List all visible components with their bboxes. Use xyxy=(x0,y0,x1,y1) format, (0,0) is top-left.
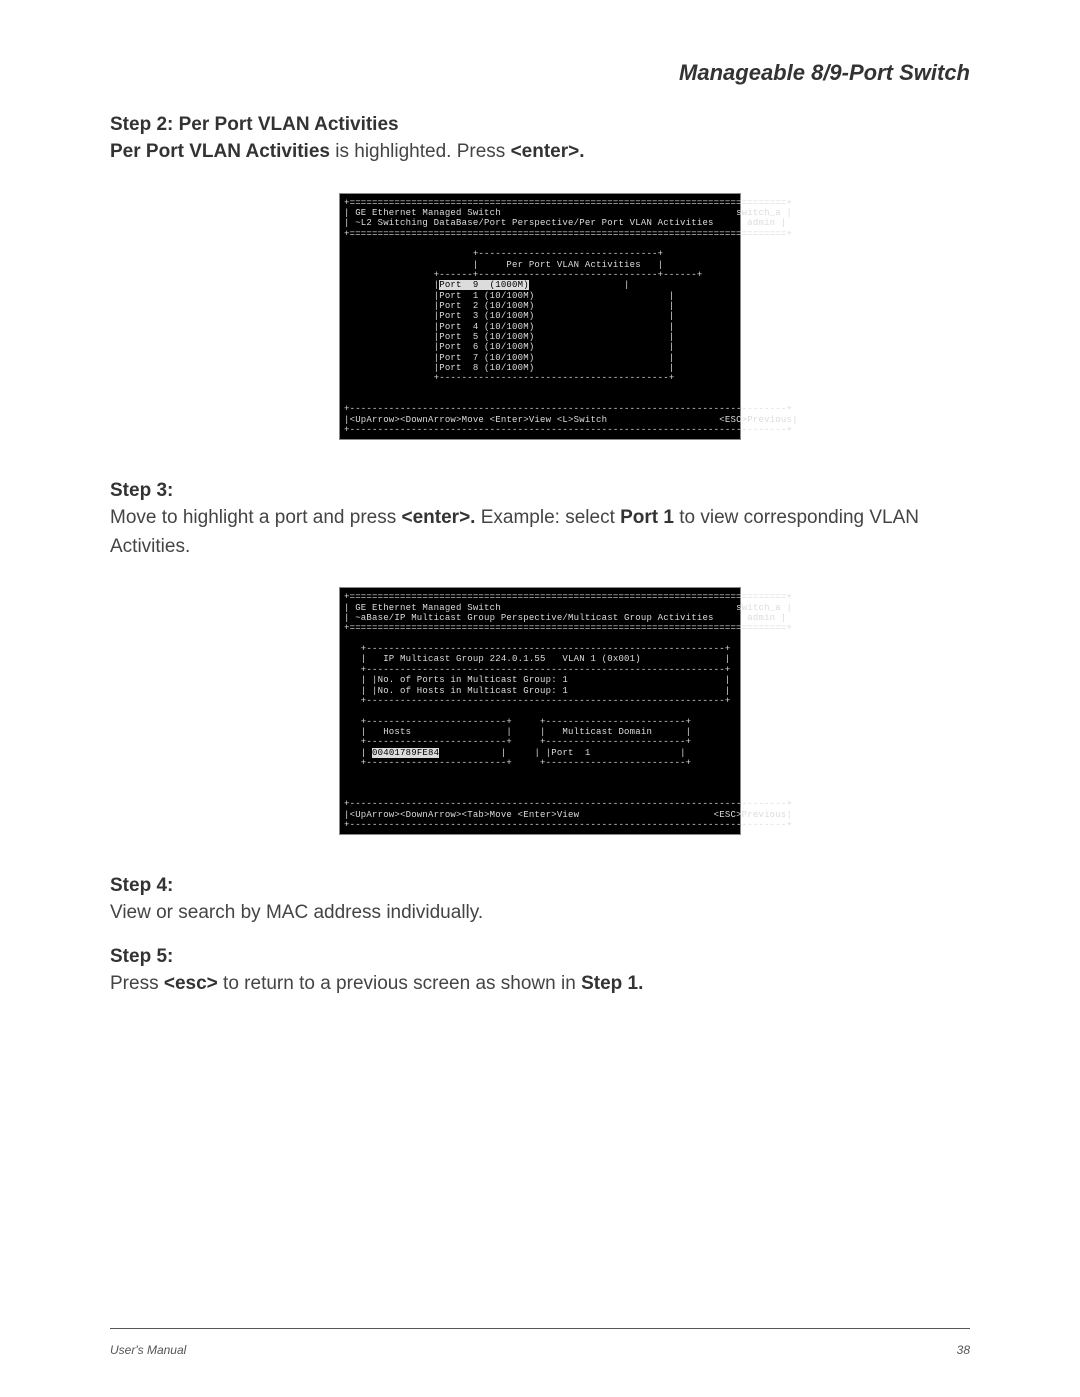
footer-rule xyxy=(110,1328,970,1329)
t1-row: |Port 2 (10/100M) | xyxy=(344,301,674,311)
page-footer: User's Manual 38 xyxy=(110,1343,970,1357)
t1-line: <ESC>Previous| xyxy=(719,415,797,425)
step5-esc: <esc> xyxy=(164,973,218,994)
t2-cols: +-------------------------+ +-----------… xyxy=(344,737,691,747)
t1-row: |Port 3 (10/100M) | xyxy=(344,311,674,321)
step2-heading: Step 2: Per Port VLAN Activities xyxy=(110,114,970,136)
step2-body: Per Port VLAN Activities is highlighted.… xyxy=(110,138,970,167)
t1-line: admin | xyxy=(747,218,786,228)
terminal-2: +=======================================… xyxy=(339,587,741,835)
t2-box: | IP Multicast Group 224.0.1.55 VLAN 1 (… xyxy=(344,654,730,664)
terminal-1-content: +=======================================… xyxy=(340,194,740,440)
t1-row-sel: | xyxy=(344,280,439,290)
step3-port1: Port 1 xyxy=(620,507,674,528)
t1-line: | GE Ethernet Managed Switch xyxy=(344,208,501,218)
footer-left: User's Manual xyxy=(110,1343,186,1357)
t2-cols: +-------------------------+ +-----------… xyxy=(344,717,691,727)
document-title: Manageable 8/9-Port Switch xyxy=(110,60,970,86)
t1-line: +---------------------------------------… xyxy=(344,425,792,435)
t1-row: |Port 6 (10/100M) | xyxy=(344,342,674,352)
t2-line: |<UpArrow><DownArrow><Tab>Move <Enter>Vi… xyxy=(344,810,579,820)
t2-line: switch_a | xyxy=(736,603,792,613)
t1-box: | Per Port VLAN Activities | xyxy=(344,260,663,270)
t1-line: |<UpArrow><DownArrow>Move <Enter>View <L… xyxy=(344,415,607,425)
step4-heading: Step 4: xyxy=(110,875,970,897)
t2-line: +---------------------------------------… xyxy=(344,799,792,809)
t1-box: +---------------------------------------… xyxy=(344,373,674,383)
t1-row-sel-end: | xyxy=(529,280,630,290)
step3-enter: <enter>. xyxy=(402,507,476,528)
t2-box: +---------------------------------------… xyxy=(344,665,730,675)
step5-heading: Step 5: xyxy=(110,946,970,968)
t1-line: | ~L2 Switching DataBase/Port Perspectiv… xyxy=(344,218,714,228)
step5-t2: to return to a previous screen as shown … xyxy=(218,973,581,994)
t1-line: switch_a | xyxy=(736,208,792,218)
step3-body: Move to highlight a port and press <ente… xyxy=(110,504,970,561)
t2-line: +=======================================… xyxy=(344,592,792,602)
step5-step1: Step 1. xyxy=(581,973,643,994)
t1-line: +=======================================… xyxy=(344,198,792,208)
terminal-2-content: +=======================================… xyxy=(340,588,740,834)
step3-t2: Example: select xyxy=(475,507,620,528)
t1-line: +=======================================… xyxy=(344,229,792,239)
t2-box: | |No. of Hosts in Multicast Group: 1 | xyxy=(344,686,730,696)
t2-cols-row-pre: | xyxy=(344,748,372,758)
footer-page-number: 38 xyxy=(957,1343,970,1357)
t2-cols: +-------------------------+ +-----------… xyxy=(344,758,691,768)
t1-box: +------+--------------------------------… xyxy=(344,270,702,280)
t2-cols-row-inv: 00401789FE84 xyxy=(372,748,439,758)
step2-enter: <enter>. xyxy=(511,141,585,162)
t2-line: <ESC>Previous| xyxy=(714,810,792,820)
step4-body: View or search by MAC address individual… xyxy=(110,899,970,928)
t2-line: | GE Ethernet Managed Switch xyxy=(344,603,501,613)
t2-line: | ~aBase/IP Multicast Group Perspective/… xyxy=(344,613,714,623)
t1-row: |Port 7 (10/100M) | xyxy=(344,353,674,363)
t2-box: +---------------------------------------… xyxy=(344,696,730,706)
t2-box: +---------------------------------------… xyxy=(344,644,730,654)
step5-t1: Press xyxy=(110,973,164,994)
t1-box: +--------------------------------+ xyxy=(344,249,663,259)
t2-box: | |No. of Ports in Multicast Group: 1 | xyxy=(344,675,730,685)
step2-bold: Per Port VLAN Activities xyxy=(110,141,330,162)
t2-line: +=======================================… xyxy=(344,623,792,633)
t2-line: admin | xyxy=(747,613,786,623)
t1-row: |Port 8 (10/100M) | xyxy=(344,363,674,373)
terminal-1: +=======================================… xyxy=(339,193,741,441)
t2-line: +---------------------------------------… xyxy=(344,820,792,830)
t2-cols: | Hosts | | Multicast Domain | xyxy=(344,727,691,737)
step2-text: is highlighted. Press xyxy=(330,141,511,162)
step5-body: Press <esc> to return to a previous scre… xyxy=(110,970,970,999)
t1-row: |Port 1 (10/100M) | xyxy=(344,291,674,301)
step3-heading: Step 3: xyxy=(110,480,970,502)
t1-row: |Port 4 (10/100M) | xyxy=(344,322,674,332)
t1-row-sel-inv: Port 9 (1000M) xyxy=(439,280,529,290)
t2-cols-row-mid: | | |Port 1 | xyxy=(439,748,685,758)
t1-row: |Port 5 (10/100M) | xyxy=(344,332,674,342)
step3-t1: Move to highlight a port and press xyxy=(110,507,402,528)
t1-line: +---------------------------------------… xyxy=(344,404,792,414)
page: Manageable 8/9-Port Switch Step 2: Per P… xyxy=(0,0,1080,1397)
